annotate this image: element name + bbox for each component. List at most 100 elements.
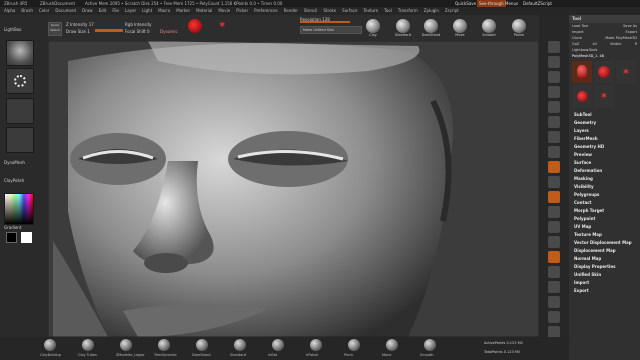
subpanel-deformation[interactable]: Deformation — [569, 167, 640, 175]
load-tool-button[interactable]: Load Tool — [572, 24, 588, 28]
main-color-swatch[interactable] — [6, 232, 17, 243]
menu-item-stencil[interactable]: Stencil — [304, 8, 318, 13]
tool-thumb-polymesh[interactable] — [572, 61, 592, 83]
view-lsym-button[interactable] — [548, 176, 560, 188]
brush-pinch-icon[interactable] — [348, 339, 360, 351]
subpanel-geometry-hd[interactable]: Geometry HD — [569, 143, 640, 151]
view-rotate-button[interactable] — [548, 236, 560, 248]
dynamesh-button[interactable]: DynaMesh — [4, 160, 25, 165]
subpanel-normal-map[interactable]: Normal Map — [569, 255, 640, 263]
menu-item-zscript[interactable]: Zscript — [445, 8, 459, 13]
view-bpr-button[interactable] — [548, 41, 560, 53]
subpanel-uv-map[interactable]: UV Map — [569, 223, 640, 231]
menus-button[interactable]: Menus — [505, 0, 518, 7]
quick-sketch-button[interactable]: Quick Sketch — [48, 22, 62, 36]
view-solo-button[interactable] — [548, 311, 560, 323]
menu-item-picker[interactable]: Picker — [236, 8, 248, 13]
subpanel-display-properties[interactable]: Display Properties — [569, 263, 640, 271]
subpanel-visibility[interactable]: Visibility — [569, 183, 640, 191]
all-button[interactable]: All — [592, 42, 596, 46]
view-scale-button[interactable] — [548, 221, 560, 233]
view-persp-button[interactable] — [548, 131, 560, 143]
subpanel-import[interactable]: Import — [569, 279, 640, 287]
view-polyf-button[interactable] — [548, 266, 560, 278]
view-ghost-button[interactable] — [548, 296, 560, 308]
menu-item-color[interactable]: Color — [39, 8, 49, 13]
view-frame-button[interactable] — [548, 191, 560, 203]
brush-zmodeler-legac-icon[interactable] — [120, 339, 132, 351]
polish-brush-icon[interactable] — [512, 19, 526, 33]
texture-thumbnail[interactable] — [6, 127, 34, 153]
alpha-thumbnail[interactable] — [6, 98, 34, 124]
subpanel-displacement-map[interactable]: Displacement Map — [569, 247, 640, 255]
default-zscript-button[interactable]: DefaultZScript — [523, 0, 552, 7]
view-floor-button[interactable] — [548, 146, 560, 158]
menu-item-stroke[interactable]: Stroke — [323, 8, 336, 13]
color-picker[interactable] — [4, 193, 34, 225]
rgb-intensity-slider[interactable]: Rgb Intensity — [125, 22, 152, 27]
brush-standard-icon[interactable] — [234, 339, 246, 351]
subpanel-unified-skin[interactable]: Unified Skin — [569, 271, 640, 279]
brush-claybuildup-icon[interactable] — [44, 339, 56, 351]
zspheres-icon[interactable] — [188, 19, 202, 33]
gradient-label[interactable]: Gradient — [4, 225, 21, 230]
view-local-button[interactable] — [548, 161, 560, 173]
subpanel-texture-map[interactable]: Texture Map — [569, 231, 640, 239]
brush-hpolish-icon[interactable] — [310, 339, 322, 351]
smooth-brush-icon[interactable] — [482, 19, 496, 33]
subpanel-contact[interactable]: Contact — [569, 199, 640, 207]
menu-item-movie[interactable]: Movie — [218, 8, 230, 13]
subpanel-morph-target[interactable]: Morph Target — [569, 207, 640, 215]
r-button[interactable]: R — [635, 42, 637, 46]
subpanel-layers[interactable]: Layers — [569, 127, 640, 135]
z-intensity-slider[interactable]: Z Intensity 17 — [66, 22, 94, 27]
menu-item-file[interactable]: File — [112, 8, 119, 13]
quicksave-button[interactable]: QuickSave — [455, 0, 476, 7]
menu-item-preferences[interactable]: Preferences — [254, 8, 278, 13]
menu-item-material[interactable]: Material — [196, 8, 212, 13]
menu-item-light[interactable]: Light — [142, 8, 152, 13]
subpanel-masking[interactable]: Masking — [569, 175, 640, 183]
menu-item-alpha[interactable]: Alpha — [4, 8, 15, 13]
subpanel-polypaint[interactable]: Polypaint — [569, 215, 640, 223]
tool-thumb-sphere[interactable]: ✶ — [594, 85, 614, 107]
tool-panel-title[interactable]: Tool — [569, 15, 640, 23]
menu-item-texture[interactable]: Texture — [363, 8, 378, 13]
brush-thumbnail[interactable] — [6, 40, 34, 66]
menu-item-brush[interactable]: Brush — [21, 8, 33, 13]
clone-button[interactable]: Clone — [572, 36, 582, 40]
subpanel-geometry[interactable]: Geometry — [569, 119, 640, 127]
view-actual-button[interactable] — [548, 101, 560, 113]
stroke-thumbnail[interactable] — [6, 68, 34, 94]
brush-smooth-icon[interactable] — [424, 339, 436, 351]
subpanel-subtool[interactable]: SubTool — [569, 111, 640, 119]
tool-thumb-cylinder[interactable] — [594, 61, 614, 83]
brush-damstand-icon[interactable] — [196, 339, 208, 351]
import-button[interactable]: Import — [572, 30, 584, 34]
move-brush-icon[interactable] — [453, 19, 467, 33]
menu-item-document[interactable]: Document — [55, 8, 76, 13]
menu-item-render[interactable]: Render — [284, 8, 298, 13]
standard-brush-icon[interactable] — [396, 19, 410, 33]
tool-thumb-simplebrush[interactable]: ✶ — [616, 61, 636, 83]
view-move-button[interactable] — [548, 206, 560, 218]
menu-item-zplugin[interactable]: Zplugin — [424, 8, 439, 13]
tool-thumb-polymesh-1[interactable] — [572, 85, 592, 107]
lightbox-button[interactable]: LightBox — [4, 27, 21, 32]
menu-item-edit[interactable]: Edit — [99, 8, 107, 13]
claypolish-button[interactable]: ClayPolish — [4, 178, 24, 183]
polypaint-icon[interactable]: ✶ — [218, 19, 226, 33]
view-zoom-button[interactable] — [548, 86, 560, 98]
view-transp-button[interactable] — [548, 281, 560, 293]
make-unified-skin-button[interactable]: Make Unified Skin — [300, 26, 362, 34]
canvas-viewport[interactable] — [48, 41, 539, 337]
dynamic-button[interactable]: Dynamic — [160, 29, 178, 34]
view-scroll-button[interactable] — [548, 71, 560, 83]
menu-item-surface[interactable]: Surface — [342, 8, 357, 13]
subpanel-surface[interactable]: Surface — [569, 159, 640, 167]
save-as-button[interactable]: Save As — [623, 24, 637, 28]
menu-item-draw[interactable]: Draw — [82, 8, 92, 13]
menu-item-marker[interactable]: Marker — [176, 8, 190, 13]
export-button[interactable]: Export — [626, 30, 637, 34]
secondary-color-swatch[interactable] — [21, 232, 32, 243]
